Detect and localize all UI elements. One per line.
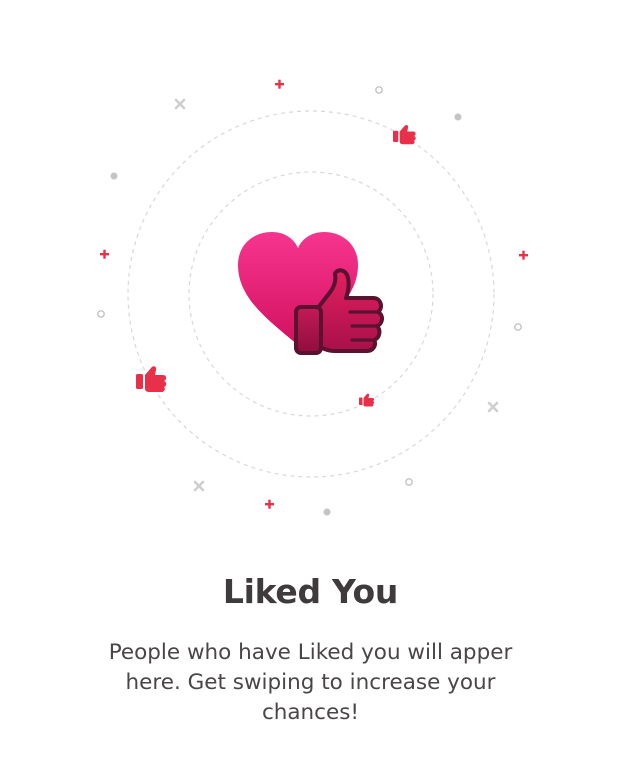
plus-icon <box>265 499 274 509</box>
ring-icon <box>405 478 413 486</box>
liked-you-illustration <box>97 79 528 516</box>
empty-state-message: People who have Liked you will apper her… <box>108 640 513 725</box>
plus-icon <box>100 249 109 259</box>
ring-icon <box>97 310 105 318</box>
thumbs-up-icon <box>136 366 167 392</box>
thumbs-up-icon <box>359 393 375 407</box>
cross-icon <box>193 480 205 492</box>
ring-icon <box>375 86 383 94</box>
thumbs-up-icon <box>393 124 416 145</box>
dot-icon <box>110 172 118 180</box>
empty-state-title: Liked You <box>222 572 399 611</box>
dot-icon <box>454 113 462 121</box>
liked-you-empty-screen: Liked You People who have Liked you will… <box>0 0 621 778</box>
heart-with-thumbs-up-icon <box>238 232 384 355</box>
ring-icon <box>514 323 522 331</box>
plus-icon <box>519 250 528 260</box>
dot-icon <box>323 508 331 516</box>
cross-icon <box>487 401 499 413</box>
plus-icon <box>275 79 284 89</box>
cross-icon <box>174 98 186 110</box>
